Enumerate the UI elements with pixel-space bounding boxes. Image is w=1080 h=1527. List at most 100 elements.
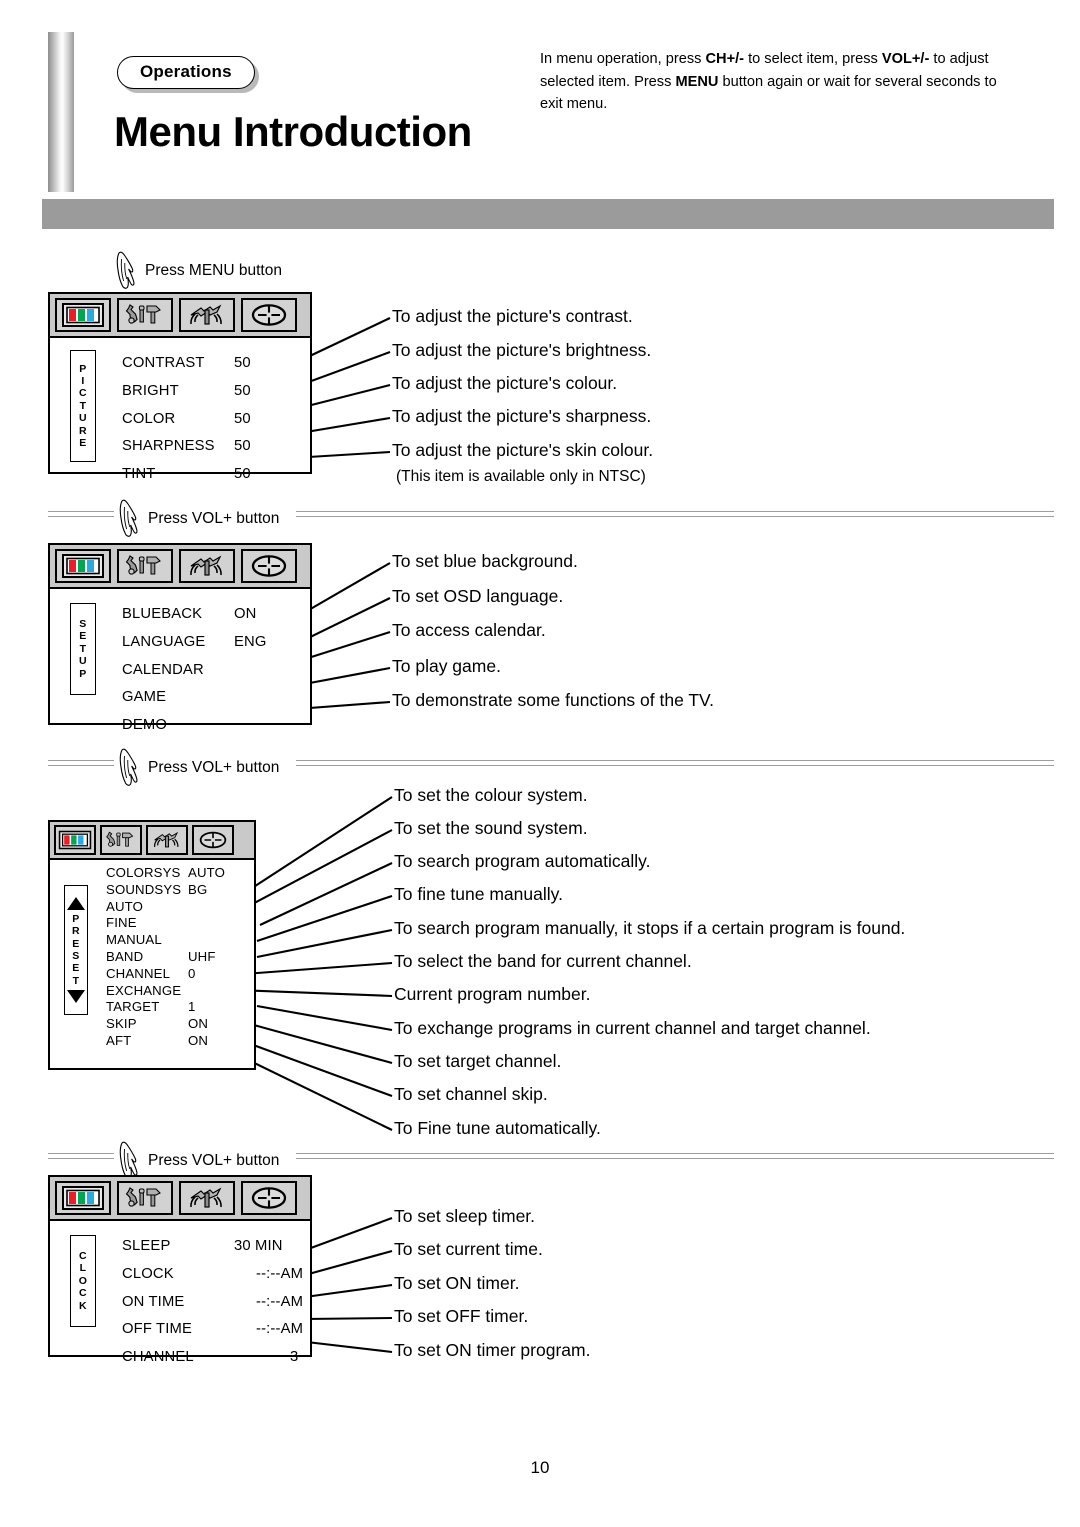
osd-row-value: 50	[234, 355, 251, 371]
clock-tab-icon[interactable]	[241, 298, 297, 332]
osd-row[interactable]: TINT 50	[122, 467, 310, 482]
press-menu-label: Press MENU button	[145, 262, 282, 279]
osd-panel-picture[interactable]: P I C T U R E CONTRAST 50 BRIGHT 50 COLO…	[48, 292, 312, 481]
osd-row[interactable]: GAME	[122, 690, 310, 705]
description-preset-band: To select the band for current channel.	[394, 951, 692, 971]
intro-text-4: button	[718, 73, 764, 90]
vtab-char: P	[79, 667, 87, 680]
osd-row-label: SOUNDSYS	[106, 881, 182, 897]
osd-row-label: MANUAL	[106, 932, 162, 948]
osd-panel-setup[interactable]: S E T U P BLUEBACK ON LANGUAGE ENG CALEN…	[48, 543, 312, 732]
osd-row[interactable]: BLUEBACK ON	[122, 607, 310, 622]
osd-row-label: COLOR	[122, 410, 176, 427]
description-clock-channel: To set ON timer program.	[394, 1340, 591, 1360]
osd-row-label: TINT	[122, 466, 156, 483]
osd-row[interactable]: SOUNDSYS BG	[106, 883, 254, 896]
osd-row-label: SLEEP	[122, 1238, 171, 1254]
description-preset-soundsys: To set the sound system.	[394, 818, 588, 838]
osd-row[interactable]: SLEEP 30 MIN	[122, 1239, 310, 1254]
osd-row[interactable]: LANGUAGE ENG	[122, 633, 310, 650]
setup-tab-icon[interactable]	[117, 549, 173, 583]
osd-row-label: CALENDAR	[122, 661, 204, 678]
picture-tab-icon[interactable]	[54, 825, 96, 855]
osd-row[interactable]: OFF TIME --:--AM	[122, 1322, 310, 1337]
page-title: Menu Introduction	[114, 108, 472, 155]
vtab-char: E	[72, 962, 80, 975]
osd-row[interactable]: DEMO	[122, 718, 310, 733]
osd-row-value: --:--AM	[256, 1293, 304, 1310]
vtab-char: E	[72, 937, 80, 950]
description-preset-aft: To Fine tune automatically.	[394, 1118, 601, 1138]
description-setup-game: To play game.	[392, 656, 501, 676]
osd-row[interactable]: BAND UHF	[106, 950, 254, 963]
osd-row[interactable]: SKIP ON	[106, 1017, 254, 1030]
vtab-char: E	[79, 436, 87, 449]
osd-tab-bar-preset	[50, 822, 254, 860]
osd-row[interactable]: MANUAL	[106, 933, 254, 946]
vertical-tab-label-picture: P I C T U R E	[70, 350, 96, 462]
press-vol-label-1: Press VOL+ button	[148, 510, 280, 527]
setup-tab-icon[interactable]	[117, 298, 173, 332]
setup-tab-icon[interactable]	[100, 825, 142, 855]
osd-row[interactable]: COLOR 50	[122, 410, 310, 427]
osd-panel-preset[interactable]: P R E S E T COLORSYS AUTO SOUNDSYS BG AU…	[48, 820, 256, 1070]
vtab-char: I	[81, 375, 85, 388]
osd-row-value: ON	[188, 1016, 209, 1032]
osd-body-setup: S E T U P BLUEBACK ON LANGUAGE ENG CALEN…	[50, 589, 310, 741]
osd-row[interactable]: AUTO	[106, 899, 254, 912]
osd-row-label: AFT	[106, 1032, 132, 1048]
osd-panel-clock[interactable]: C L O C K SLEEP 30 MIN CLOCK --:--AM ON …	[48, 1175, 312, 1364]
intro-paragraph: In menu operation, press CH+/- to select…	[540, 48, 1010, 116]
vertical-tab-label-clock: C L O C K	[70, 1235, 96, 1327]
osd-row[interactable]: CHANNEL 3	[122, 1350, 310, 1365]
clock-tab-icon[interactable]	[192, 825, 234, 855]
preset-tab-icon[interactable]	[179, 1181, 235, 1215]
osd-row-value: AUTO	[188, 865, 225, 880]
osd-row[interactable]: CALENDAR	[122, 661, 310, 678]
press-vol-label-3: Press VOL+ button	[148, 1152, 280, 1169]
osd-row-value: 3	[290, 1349, 299, 1366]
setup-tab-icon[interactable]	[117, 1181, 173, 1215]
vtab-char: C	[79, 1287, 87, 1300]
scroll-down-arrow-icon[interactable]	[67, 990, 85, 1004]
picture-tab-icon[interactable]	[55, 298, 111, 332]
osd-row[interactable]: BRIGHT 50	[122, 383, 310, 399]
vtab-char: O	[78, 1274, 88, 1287]
preset-tab-icon[interactable]	[146, 825, 188, 855]
osd-row[interactable]: COLORSYS AUTO	[106, 866, 254, 879]
osd-row[interactable]: AFT ON	[106, 1034, 254, 1047]
osd-row[interactable]: TARGET 1	[106, 1000, 254, 1013]
description-preset-exchange: To exchange programs in current channel …	[394, 1018, 871, 1038]
picture-tab-icon[interactable]	[55, 1181, 111, 1215]
osd-row-label: DEMO	[122, 717, 167, 734]
osd-row-value: --:--AM	[256, 1265, 304, 1282]
osd-row-label: FINE	[106, 915, 137, 931]
description-picture-ntsc-note: (This item is available only in NTSC)	[396, 468, 646, 485]
description-preset-fine: To fine tune manually.	[394, 884, 563, 904]
osd-row[interactable]: CLOCK --:--AM	[122, 1265, 310, 1282]
osd-row-value: UHF	[188, 948, 216, 964]
vtab-char: T	[79, 399, 87, 412]
intro-key-ch: CH+/-	[705, 51, 745, 67]
osd-row[interactable]: SHARPNESS 50	[122, 439, 310, 454]
vtab-char: K	[79, 1299, 87, 1312]
clock-tab-icon[interactable]	[241, 1181, 297, 1215]
scroll-up-arrow-icon[interactable]	[67, 896, 85, 910]
pointing-hand-icon	[119, 499, 138, 537]
preset-tab-icon[interactable]	[179, 549, 235, 583]
osd-row[interactable]: CONTRAST 50	[122, 356, 310, 371]
osd-row[interactable]: ON TIME --:--AM	[122, 1293, 310, 1310]
osd-row-label: EXCHANGE	[106, 982, 182, 998]
picture-tab-icon[interactable]	[55, 549, 111, 583]
osd-row-label: LANGUAGE	[122, 633, 206, 650]
preset-tab-icon[interactable]	[179, 298, 235, 332]
vtab-char: C	[79, 387, 87, 400]
osd-row[interactable]: FINE	[106, 916, 254, 929]
osd-row-label: SKIP	[106, 1016, 137, 1032]
osd-row-value: 50	[234, 438, 251, 455]
osd-row[interactable]: CHANNEL 0	[106, 967, 254, 980]
description-preset-channel: Current program number.	[394, 984, 591, 1004]
osd-row[interactable]: EXCHANGE	[106, 982, 254, 998]
osd-row-value: BG	[188, 881, 208, 897]
clock-tab-icon[interactable]	[241, 549, 297, 583]
